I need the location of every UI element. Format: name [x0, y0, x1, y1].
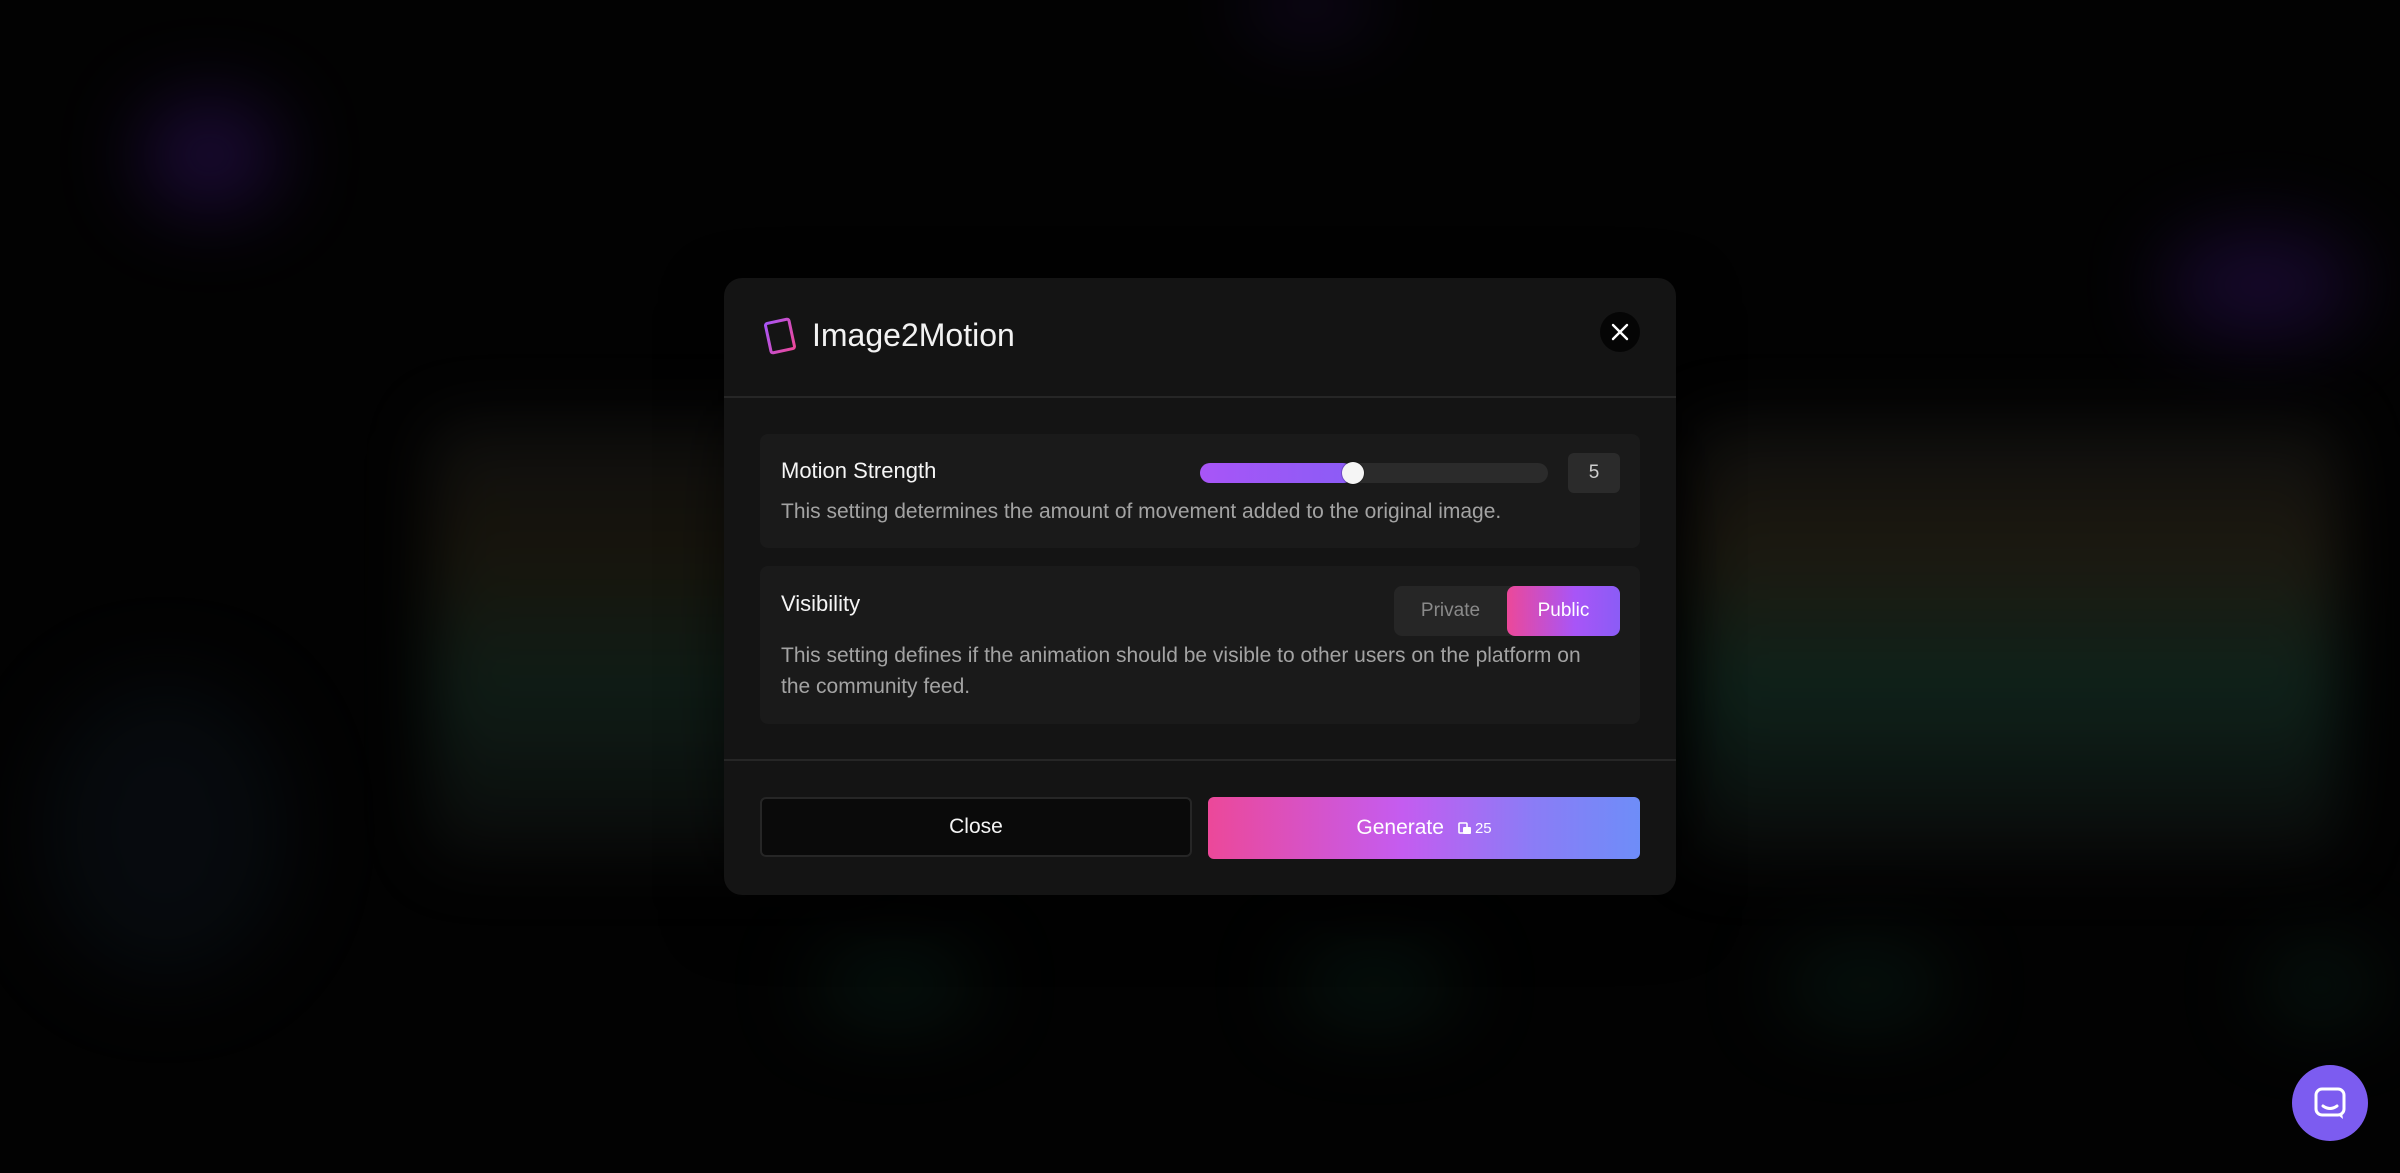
film-icon [760, 316, 800, 356]
dialog-body: Motion Strength 5 This setting determine… [724, 398, 1676, 724]
coin-stack-icon [1458, 822, 1471, 834]
dialog-title: Image2Motion [812, 317, 1015, 353]
motion-strength-setting: Motion Strength 5 This setting determine… [760, 434, 1640, 548]
motion-strength-value[interactable]: 5 [1568, 453, 1620, 493]
visibility-public-option[interactable]: Public [1507, 586, 1620, 636]
visibility-description: This setting defines if the animation sh… [781, 644, 1581, 698]
slider-fill [1200, 463, 1354, 483]
chat-icon [2314, 1087, 2346, 1119]
visibility-toggle: Private Public [1394, 586, 1620, 636]
visibility-setting: Visibility Private Public This setting d… [760, 566, 1640, 724]
close-icon [1611, 323, 1629, 341]
generate-button[interactable]: Generate 25 [1208, 797, 1640, 859]
credit-cost-value: 25 [1474, 819, 1492, 837]
dialog-header: Image2Motion [724, 278, 1676, 398]
chat-launcher-button[interactable] [2292, 1065, 2368, 1141]
close-button[interactable]: Close [760, 797, 1192, 857]
motion-strength-description: This setting determines the amount of mo… [781, 500, 1502, 523]
credit-cost: 25 [1458, 820, 1492, 837]
slider-thumb[interactable] [1342, 462, 1365, 484]
visibility-label: Visibility [781, 591, 861, 616]
image2motion-dialog: Image2Motion Motion Strength 5 This sett… [724, 278, 1676, 895]
motion-strength-slider[interactable] [1200, 462, 1548, 484]
close-icon-button[interactable] [1600, 312, 1640, 352]
generate-label: Generate [1356, 816, 1444, 839]
visibility-private-option[interactable]: Private [1394, 586, 1507, 636]
dialog-footer: Close Generate 25 [724, 759, 1676, 895]
motion-strength-label: Motion Strength [781, 458, 937, 483]
